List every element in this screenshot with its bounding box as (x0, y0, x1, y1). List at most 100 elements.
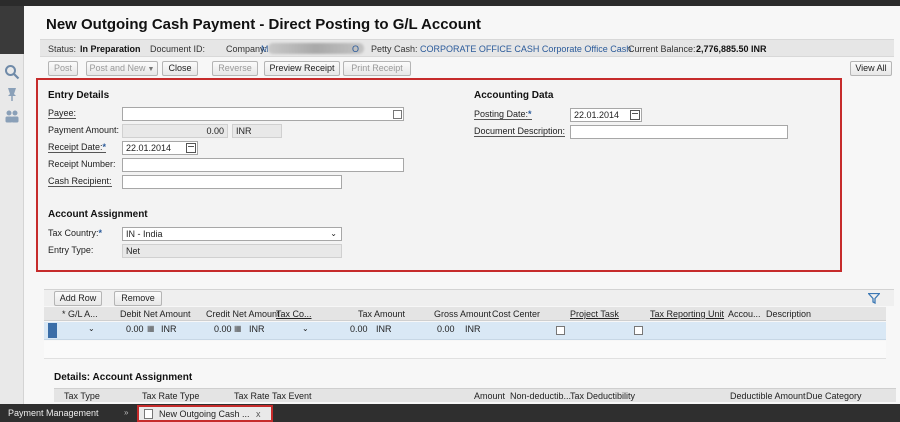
document-id-label: Document ID: (150, 44, 206, 54)
petty-cash-label: Petty Cash: (371, 44, 418, 54)
col-deductible-amount[interactable]: Deductible Amount (730, 391, 806, 401)
col-tax-code[interactable]: Tax Co... (276, 309, 312, 319)
payment-currency-field: INR (232, 124, 282, 138)
status-bar: Status: In Preparation Document ID: Comp… (40, 39, 894, 57)
posting-date-label-text: Posting Date: (474, 109, 529, 119)
col-amount[interactable]: Amount (474, 391, 505, 401)
value-help-icon[interactable] (556, 326, 565, 335)
tax-country-label-text: Tax Country: (48, 228, 99, 238)
document-description-input[interactable] (570, 125, 788, 139)
col-tax-rate-type[interactable]: Tax Rate Type (142, 391, 199, 401)
add-row-button[interactable]: Add Row (54, 291, 102, 306)
status-value: In Preparation (80, 44, 141, 54)
left-rail (0, 6, 24, 404)
chevron-down-icon: ⌄ (330, 229, 337, 238)
col-tax-type[interactable]: Tax Type (64, 391, 100, 401)
col-tax-reporting-unit[interactable]: Tax Reporting Unit (650, 309, 724, 319)
remove-button[interactable]: Remove (114, 291, 162, 306)
tax-currency-cell: INR (376, 324, 392, 334)
col-project-task[interactable]: Project Task (570, 309, 619, 319)
calendar-icon[interactable] (186, 143, 196, 153)
col-credit-net[interactable]: Credit Net Amount (206, 309, 280, 319)
balance-currency: INR (751, 44, 767, 54)
col-account[interactable]: Accou... (728, 309, 761, 319)
entry-details-heading: Entry Details (48, 90, 110, 101)
payee-input[interactable] (122, 107, 404, 121)
taskbar-app-label[interactable]: Payment Management (8, 408, 99, 418)
payment-amount-label: Payment Amount: (48, 125, 120, 135)
balance-label: Current Balance: (628, 44, 696, 54)
tax-country-label: Tax Country:* (48, 228, 102, 238)
pin-icon[interactable] (4, 86, 20, 102)
col-due-category[interactable]: Due Category (806, 391, 862, 401)
debit-amount-cell[interactable]: 0.00 (126, 324, 144, 334)
receipt-number-input[interactable] (122, 158, 404, 172)
receipt-date-label: Receipt Date:* (48, 142, 107, 153)
details-header: Tax Type Tax Rate Type Tax Rate Tax Even… (54, 388, 896, 402)
double-chevron-icon[interactable]: » (124, 408, 128, 417)
payee-label: Payee: (48, 108, 77, 119)
required-marker: * (98, 228, 103, 238)
entry-type-field: Net (122, 244, 342, 258)
col-cost-center[interactable]: Cost Center (492, 309, 540, 319)
cash-recipient-label: Cash Recipient: (48, 176, 112, 187)
value-help-icon[interactable] (634, 326, 643, 335)
post-button[interactable]: Post (48, 61, 78, 76)
tax-country-value: IN - India (126, 229, 163, 239)
gross-amount-cell: 0.00 (437, 324, 455, 334)
col-gross-amount[interactable]: Gross Amount (434, 309, 491, 319)
chevron-down-icon[interactable]: ⌄ (302, 324, 309, 333)
close-icon[interactable]: x (256, 409, 261, 419)
tax-amount-cell: 0.00 (350, 324, 368, 334)
credit-currency-cell[interactable]: INR (249, 324, 265, 334)
col-tax-rate[interactable]: Tax Rate (234, 391, 270, 401)
redacted-company (268, 43, 364, 54)
row-selector[interactable] (48, 323, 57, 338)
search-icon[interactable] (4, 64, 20, 80)
account-assignment-heading: Account Assignment (48, 209, 148, 220)
calculator-icon[interactable]: ▦ (147, 324, 155, 333)
users-icon[interactable] (4, 108, 20, 124)
col-debit-net[interactable]: Debit Net Amount (120, 309, 191, 319)
task-tab-label: New Outgoing Cash ... (159, 409, 250, 419)
receipt-number-label: Receipt Number: (48, 159, 116, 169)
credit-amount-cell[interactable]: 0.00 (214, 324, 232, 334)
gross-currency-cell: INR (465, 324, 481, 334)
view-all-button[interactable]: View All (850, 61, 892, 76)
col-description[interactable]: Description (766, 309, 811, 319)
debit-currency-cell[interactable]: INR (161, 324, 177, 334)
balance-value: 2,776,885.50 (696, 44, 749, 54)
details-heading: Details: Account Assignment (54, 372, 193, 383)
chevron-down-icon[interactable]: ⌄ (88, 324, 95, 333)
table-row[interactable]: ⌄ 0.00 ▦ INR 0.00 ▦ INR ⌄ 0.00 INR 0.00 … (44, 322, 886, 340)
post-and-new-button[interactable]: Post and New ▼ (86, 61, 158, 76)
cash-recipient-input[interactable] (122, 175, 342, 189)
action-toolbar: Post Post and New ▼ Close Reverse Preview… (40, 61, 894, 79)
col-tax-event[interactable]: Tax Event (272, 391, 312, 401)
col-tax-deductibility[interactable]: Tax Deductibility (570, 391, 635, 401)
accounting-data-heading: Accounting Data (474, 90, 554, 101)
tax-country-select[interactable]: IN - India ⌄ (122, 227, 342, 241)
reverse-button[interactable]: Reverse (212, 61, 258, 76)
company-value-suffix: O (352, 44, 360, 54)
col-non-deductible[interactable]: Non-deductib... (510, 391, 571, 401)
chevron-down-icon: ▼ (147, 66, 155, 73)
task-tab-new-outgoing-cash[interactable]: New Outgoing Cash ... x (137, 405, 273, 422)
value-help-icon[interactable] (393, 110, 402, 119)
main-content: New Outgoing Cash Payment - Direct Posti… (24, 6, 900, 404)
post-and-new-label: Post and New (89, 63, 146, 73)
print-receipt-button[interactable]: Print Receipt (343, 61, 411, 76)
table-row[interactable] (44, 341, 886, 359)
entry-type-label: Entry Type: (48, 245, 94, 255)
rail-header (0, 6, 24, 54)
calculator-icon[interactable]: ▦ (234, 324, 242, 333)
preview-receipt-button[interactable]: Preview Receipt (264, 61, 340, 76)
petty-cash-link[interactable]: CORPORATE OFFICE CASH Corporate Office C… (420, 44, 631, 54)
page-title: New Outgoing Cash Payment - Direct Posti… (46, 16, 482, 33)
calendar-icon[interactable] (630, 110, 640, 120)
col-gl-account[interactable]: * G/L A... (62, 309, 98, 319)
close-button[interactable]: Close (162, 61, 198, 76)
col-tax-amount[interactable]: Tax Amount (358, 309, 405, 319)
filter-icon[interactable] (868, 293, 880, 304)
receipt-date-label-text: Receipt Date: (48, 142, 103, 152)
